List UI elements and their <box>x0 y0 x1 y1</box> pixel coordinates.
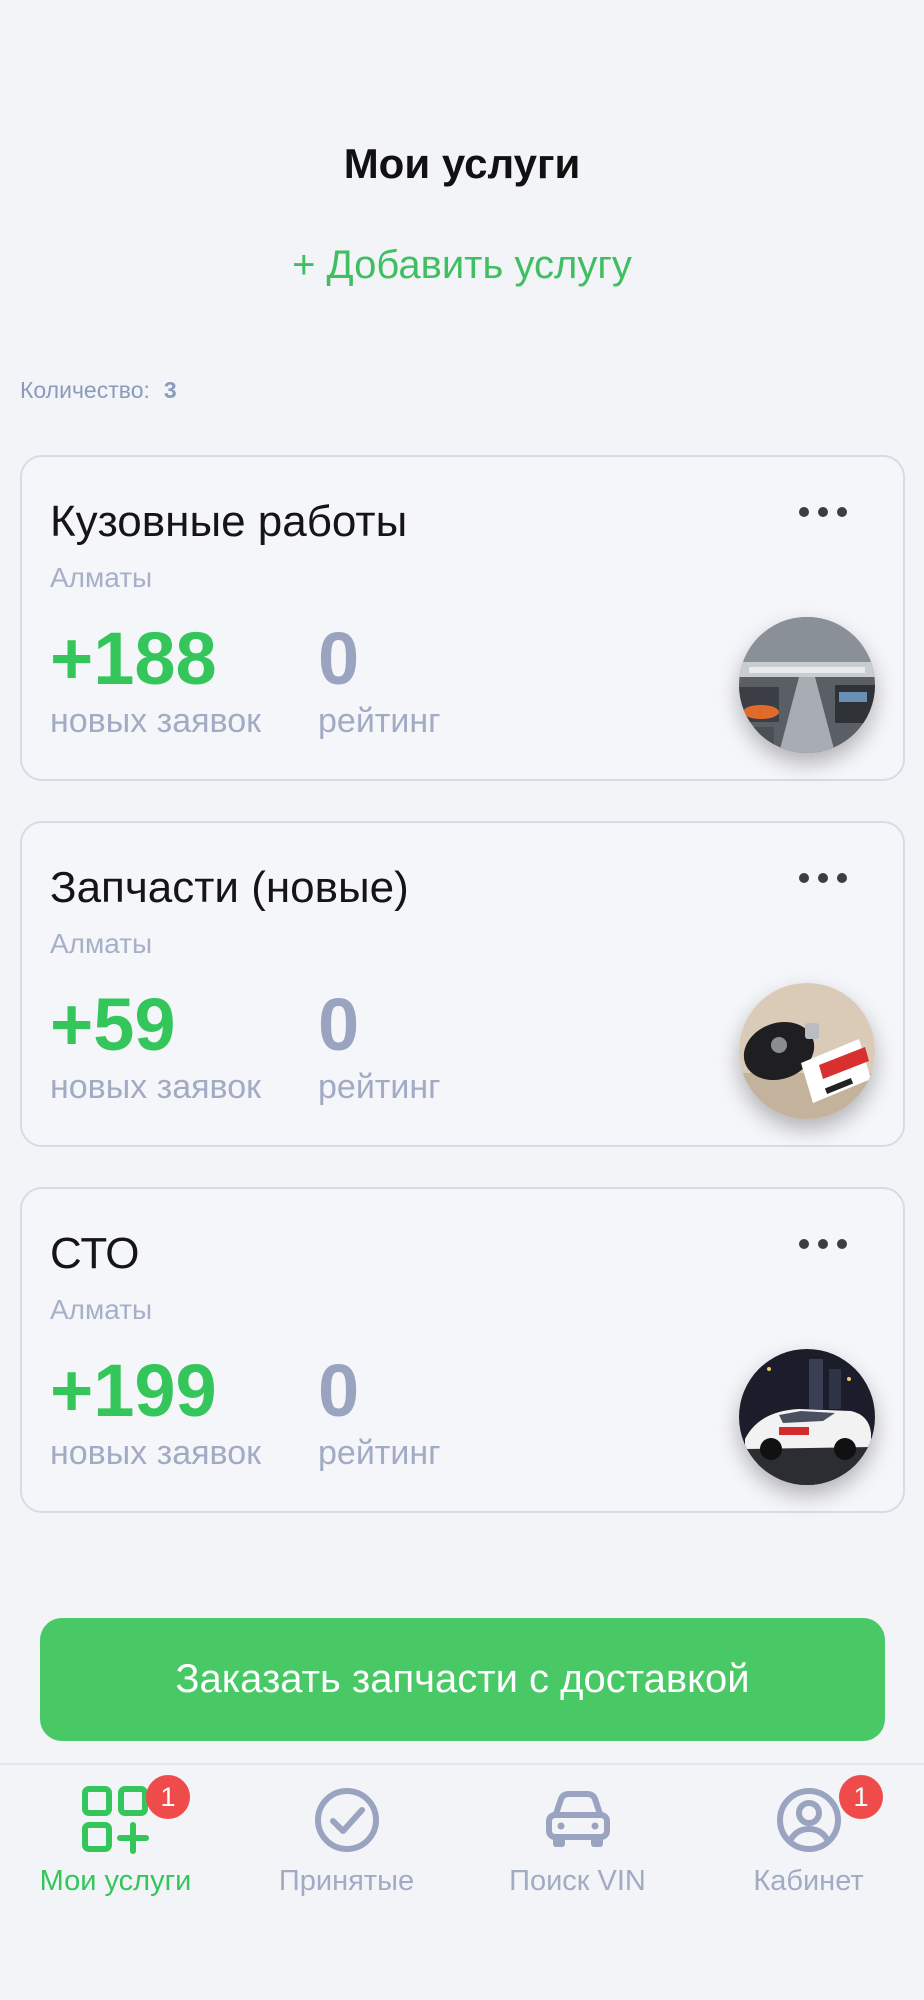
service-card[interactable]: СТО Алматы +199 0 новых заявок рейтинг <box>20 1187 905 1513</box>
more-icon[interactable] <box>799 505 847 519</box>
new-requests-label: новых заявок <box>50 702 262 740</box>
user-circle-icon <box>776 1788 841 1852</box>
notification-badge: 1 <box>146 1775 190 1819</box>
service-title: Запчасти (новые) <box>50 863 409 912</box>
count-label: Количество: <box>20 377 150 403</box>
service-city: Алматы <box>50 928 153 959</box>
new-requests-count: +199 <box>50 1349 217 1432</box>
tab-accepted[interactable]: Принятые <box>231 1765 462 1915</box>
rating-value: 0 <box>318 1349 360 1432</box>
showroom-photo <box>739 617 875 753</box>
service-card[interactable]: Кузовные работы Алматы +188 0 новых заяв… <box>20 455 905 781</box>
services-count: Количество: 3 <box>20 377 177 404</box>
tab-account[interactable]: 1 Кабинет <box>693 1765 924 1915</box>
car-icon <box>545 1791 610 1847</box>
rating-label: рейтинг <box>318 1434 441 1472</box>
rating-label: рейтинг <box>318 1068 441 1106</box>
car-key-photo <box>739 983 875 1119</box>
page-title: Мои услуги <box>343 140 581 187</box>
more-icon[interactable] <box>799 871 847 885</box>
service-title: СТО <box>50 1229 140 1278</box>
tab-label: Кабинет <box>753 1865 864 1897</box>
new-requests-label: новых заявок <box>50 1434 262 1472</box>
count-value: 3 <box>163 377 177 403</box>
tab-label: Принятые <box>278 1865 415 1897</box>
new-requests-label: новых заявок <box>50 1068 262 1106</box>
rating-value: 0 <box>318 617 360 700</box>
more-icon[interactable] <box>799 1237 847 1251</box>
service-title: Кузовные работы <box>50 497 408 546</box>
white-car-photo <box>739 1349 875 1485</box>
rating-value: 0 <box>318 983 360 1066</box>
my-services-screen: Мои услуги + Добавить услугу Количество:… <box>0 0 924 2000</box>
check-circle-icon <box>314 1788 379 1852</box>
order-parts-button[interactable]: Заказать запчасти с доставкой <box>40 1618 885 1741</box>
new-requests-count: +188 <box>50 617 217 700</box>
tab-vin-search[interactable]: Поиск VIN <box>462 1765 693 1915</box>
new-requests-count: +59 <box>50 983 176 1066</box>
tab-my-services[interactable]: 1 Мои услуги <box>0 1765 231 1915</box>
service-city: Алматы <box>50 1294 153 1325</box>
service-card[interactable]: Запчасти (новые) Алматы +59 0 новых заяв… <box>20 821 905 1147</box>
rating-label: рейтинг <box>318 702 441 740</box>
notification-badge: 1 <box>839 1775 883 1819</box>
bottom-tab-bar: 1 Мои услуги Принятые Поиск VIN 1 Кабине… <box>0 1763 924 2000</box>
service-city: Алматы <box>50 562 153 593</box>
services-grid-icon <box>81 1786 149 1854</box>
tab-label: Мои услуги <box>39 1865 192 1897</box>
tab-label: Поиск VIN <box>509 1865 646 1897</box>
add-service-link[interactable]: + Добавить услугу <box>0 243 924 288</box>
